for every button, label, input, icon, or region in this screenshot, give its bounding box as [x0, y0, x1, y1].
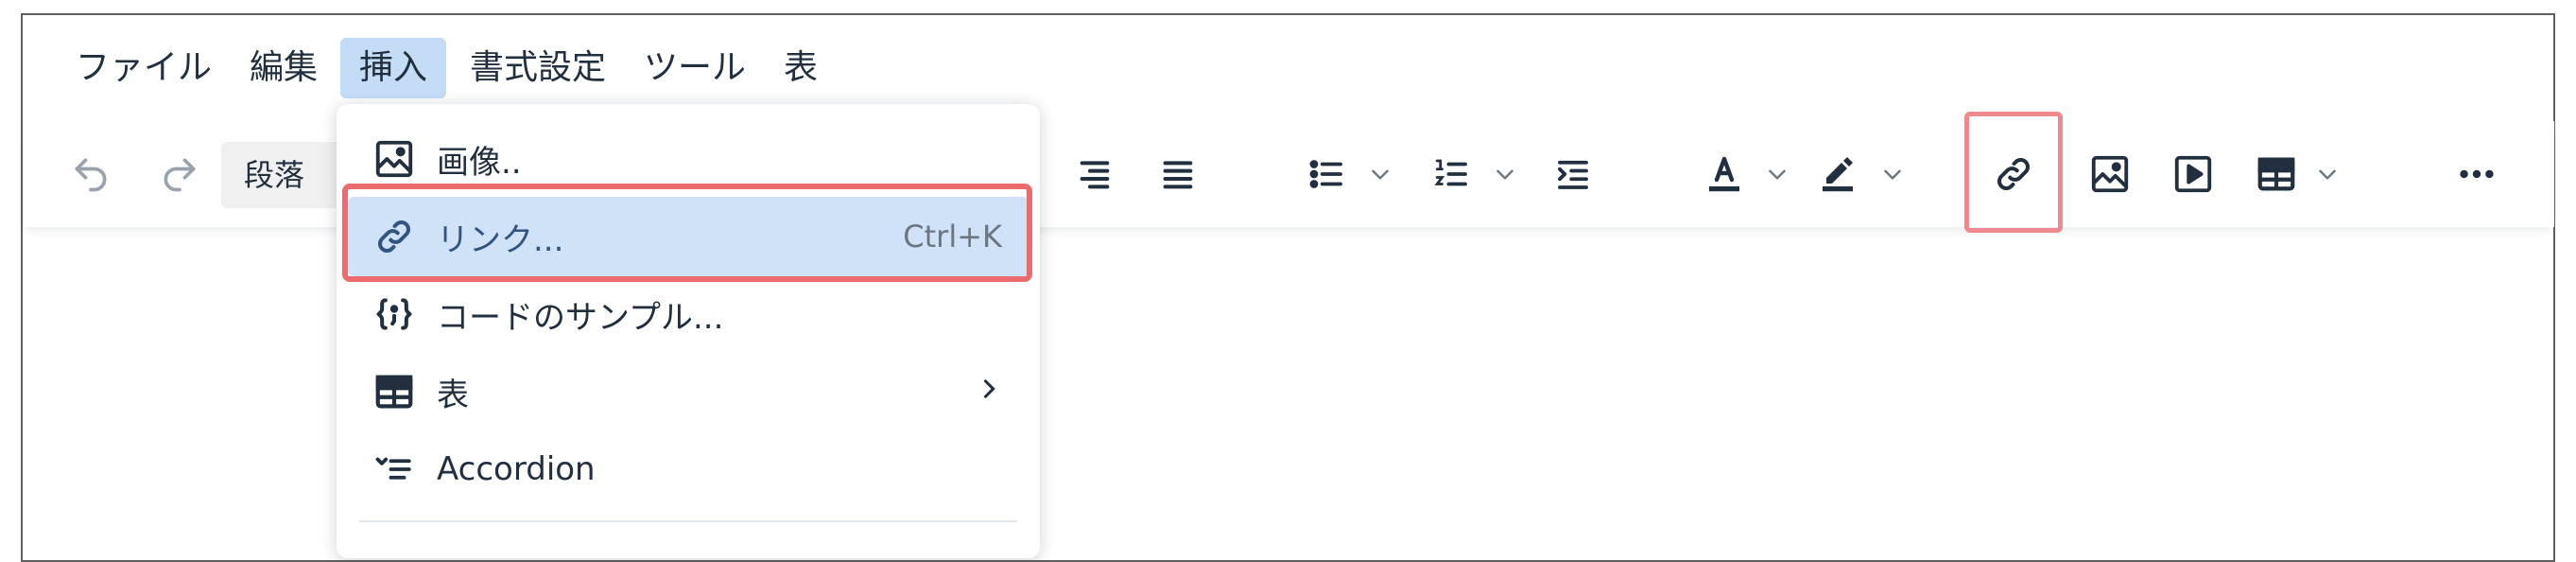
more-icon: [2460, 169, 2494, 179]
highlight-color-icon: [1823, 157, 1853, 192]
menu-item-label: Accordion: [437, 450, 596, 488]
chevron-down-icon: [1769, 169, 1786, 181]
numbered-list-icon: [1434, 159, 1467, 186]
chevron-down-icon: [1496, 169, 1513, 181]
bullet-list-button[interactable]: [1301, 121, 1354, 227]
menu-separator: [359, 520, 1017, 522]
numbered-list-button[interactable]: [1426, 121, 1478, 227]
image-icon: [361, 137, 427, 181]
redo-button[interactable]: [153, 121, 206, 227]
highlight-color-dropdown[interactable]: [1876, 121, 1910, 227]
table-button[interactable]: [2248, 121, 2305, 227]
menu-file[interactable]: ファイル: [70, 38, 217, 98]
align-justify-button[interactable]: [1151, 121, 1204, 227]
highlight-color-button[interactable]: [1809, 121, 1866, 227]
more-button[interactable]: [2448, 121, 2505, 227]
accordion-icon: [361, 449, 427, 489]
menu-tools[interactable]: ツール: [637, 38, 752, 98]
align-right-icon: [1080, 161, 1110, 189]
media-icon: [2174, 155, 2212, 193]
menu-item-label: 表: [437, 376, 469, 414]
table-icon: [2257, 157, 2295, 191]
undo-icon: [75, 158, 107, 192]
menu-item-code-sample[interactable]: コードのサンプル...: [348, 274, 1029, 354]
chevron-right-icon: [976, 374, 1002, 410]
menu-item-accordion[interactable]: Accordion: [348, 430, 1029, 509]
menu-item-table[interactable]: 表: [348, 352, 1029, 431]
menu-item-label: コードのサンプル...: [437, 298, 724, 337]
media-button[interactable]: [2165, 121, 2222, 227]
text-color-dropdown[interactable]: [1760, 121, 1794, 227]
menu-insert[interactable]: 挿入: [340, 38, 446, 98]
table-icon: [361, 370, 427, 413]
align-justify-icon: [1163, 161, 1193, 189]
bullet-list-dropdown[interactable]: [1363, 121, 1397, 227]
menu-table[interactable]: 表: [777, 38, 824, 98]
insert-menu: 画像.. リンク... Ctrl+K コードのサンプル... 表 Accordi…: [337, 104, 1040, 558]
numbered-list-dropdown[interactable]: [1488, 121, 1522, 227]
indent-icon: [1558, 160, 1588, 189]
text-color-button[interactable]: [1696, 121, 1753, 227]
chevron-down-icon: [1372, 169, 1389, 181]
code-sample-icon: [361, 293, 427, 335]
align-right-button[interactable]: [1068, 121, 1121, 227]
image-icon: [2091, 155, 2129, 193]
image-button[interactable]: [2082, 121, 2138, 227]
redo-icon: [164, 158, 196, 192]
menu-format[interactable]: 書式設定: [463, 38, 613, 98]
indent-button[interactable]: [1547, 121, 1599, 227]
link-item-highlight: [342, 184, 1032, 282]
text-color-icon: [1709, 156, 1739, 192]
chevron-down-icon: [1884, 169, 1901, 181]
chevron-down-icon: [2319, 169, 2336, 181]
link-button-highlight: [1964, 112, 2063, 233]
menu-item-label: 画像..: [437, 143, 522, 182]
undo-button[interactable]: [64, 121, 117, 227]
table-dropdown[interactable]: [2310, 121, 2344, 227]
menu-edit[interactable]: 編集: [244, 38, 323, 98]
bullet-list-icon: [1309, 160, 1342, 188]
